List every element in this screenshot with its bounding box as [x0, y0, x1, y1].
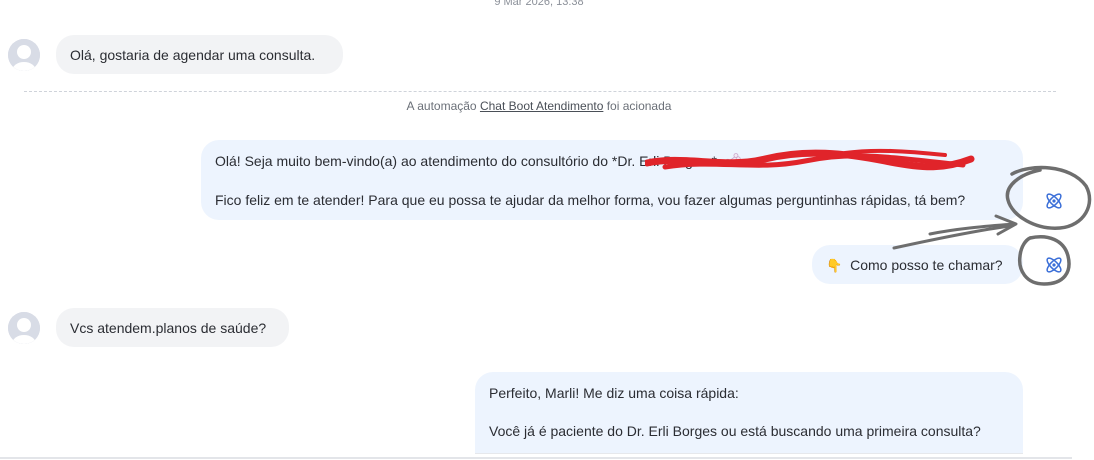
chat-conversation: 9 Mar 2026, 13:38 Olá, gostaria de agend… — [0, 0, 1094, 460]
message-text: Olá, gostaria de agendar uma consulta. — [70, 47, 316, 63]
outgoing-message: Perfeito, Marli! Me diz uma coisa rápida… — [475, 372, 1023, 460]
bottom-border — [0, 457, 1072, 459]
message-line: Você já é paciente do Dr. Erli Borges ou… — [489, 423, 981, 439]
message-text: Vcs atendem.planos de saúde? — [70, 320, 267, 336]
message-text: Fico feliz em te atender! Para que eu po… — [215, 192, 966, 209]
user-avatar-icon — [8, 312, 40, 344]
message-line: Perfeito, Marli! Me diz uma coisa rápida… — [489, 385, 739, 401]
message-timestamp: 9 Mar 2026, 13:38 — [494, 0, 584, 8]
user-avatar-icon — [8, 39, 40, 71]
automation-notice: A automação Chat Boot Atendimento foi ac… — [0, 99, 1078, 113]
divider — [24, 91, 1056, 92]
automation-suffix: foi acionada — [606, 99, 672, 113]
automation-link[interactable]: Chat Boot Atendimento — [480, 99, 603, 113]
pointing-down-emoji: 👇 — [826, 258, 843, 273]
annotation-circles-arrow — [892, 165, 1092, 286]
incoming-message: Vcs atendem.planos de saúde? — [56, 308, 289, 347]
automation-prefix: A automação — [406, 99, 477, 113]
message-text: Olá! Seja muito bem-vindo(a) ao atendime… — [215, 153, 708, 169]
incoming-message: Olá, gostaria de agendar uma consulta. — [56, 35, 343, 74]
